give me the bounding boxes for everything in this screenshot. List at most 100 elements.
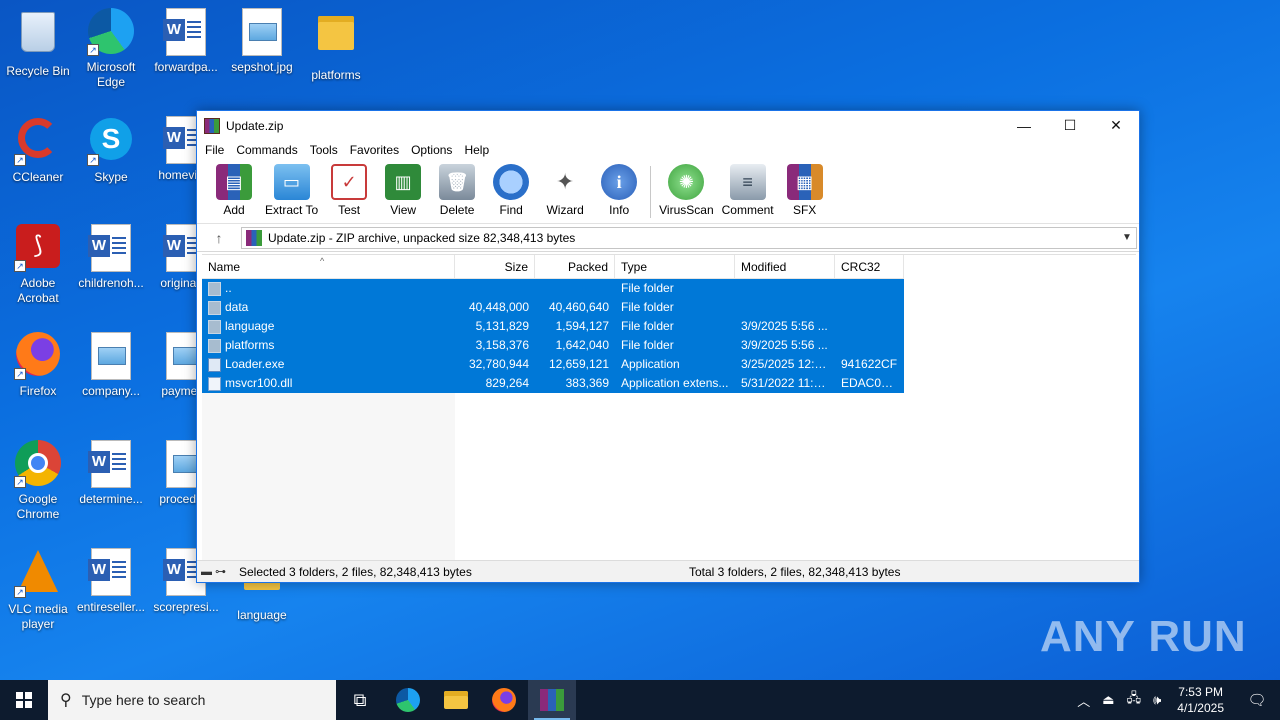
title-bar[interactable]: Update.zip — ☐ ✕ [197,111,1139,140]
desktop-icon-google-chrome[interactable]: ↗ Google Chrome [0,440,76,522]
column-header-modified[interactable]: Modified [735,255,835,278]
file-row-language[interactable]: language 5,131,829 1,594,127 File folder… [202,317,904,336]
task-view-button[interactable]: ⧉ [336,680,384,720]
desktop-icon-platforms-folder[interactable]: platforms [298,8,374,83]
minimize-button[interactable]: — [1001,111,1047,140]
file-crc32 [835,298,904,317]
file-row-data[interactable]: data 40,448,000 40,460,640 File folder [202,298,904,317]
desktop-icon-microsoft-edge[interactable]: ↗ Microsoft Edge [73,8,149,90]
usb-device-icon[interactable]: ⏏ [1096,692,1120,708]
menu-file[interactable]: File [199,143,230,157]
add-button[interactable]: ▤ Add [211,164,257,217]
clock[interactable]: 7:53 PM 4/1/2025 [1167,684,1234,716]
book-view-icon: ▥ [385,164,422,200]
info-button[interactable]: i Info [596,164,642,217]
up-arrow-icon[interactable]: ↑ [197,230,241,246]
chevron-down-icon[interactable]: ▼ [1118,232,1136,243]
file-explorer-icon [444,691,468,709]
file-list[interactable]: Name ^ Size Packed Type Modified CRC32 ..… [202,254,1136,560]
close-button[interactable]: ✕ [1093,111,1139,140]
folder-icon [208,300,221,315]
extract-to-button[interactable]: ▭ Extract To [265,164,318,217]
taskbar-winrar[interactable] [528,680,576,720]
drive-key-icon[interactable]: ▬ ⊶ [201,565,239,578]
toolbar: ▤ Add ▭ Extract To ✓ Test ▥ View 🗑 Delet… [197,160,1139,224]
clock-time: 7:53 PM [1178,685,1223,699]
shortcut-arrow-icon: ↗ [14,476,26,488]
menu-commands[interactable]: Commands [230,143,303,157]
file-packed: 12,659,121 [548,357,609,371]
start-button[interactable] [0,680,48,720]
column-header-crc32[interactable]: CRC32 [835,255,904,278]
vlc-cone-icon: ↗ [14,550,62,598]
desktop-icon-word-entireseller[interactable]: W entireseller... [73,548,149,615]
column-header-packed[interactable]: Packed [535,255,615,278]
test-button[interactable]: ✓ Test [326,164,372,217]
desktop-icon-adobe-acrobat[interactable]: ⟆ ↗ Adobe Acrobat [0,224,76,306]
menu-help[interactable]: Help [458,143,495,157]
ccleaner-icon: ↗ [14,118,62,166]
taskbar-edge[interactable] [384,680,432,720]
file-packed: 40,460,640 [548,300,609,314]
desktop-icon-word-forwardpa[interactable]: W forwardpa... [148,8,224,75]
view-button[interactable]: ▥ View [380,164,426,217]
notification-icon[interactable]: 🗨 [1234,691,1280,709]
desktop-icon-skype[interactable]: S ↗ Skype [73,116,149,185]
desktop-icon-ccleaner[interactable]: ↗ CCleaner [0,116,76,185]
firefox-icon: ↗ [14,332,62,380]
taskbar-firefox[interactable] [480,680,528,720]
file-name-cell: language [202,317,455,336]
column-header-size[interactable]: Size [455,255,535,278]
desktop-icon-recycle-bin[interactable]: Recycle Bin [0,8,76,79]
sort-ascending-icon: ^ [320,256,325,266]
menu-tools[interactable]: Tools [304,143,344,157]
wand-icon: ✦ [555,169,575,194]
file-row-msvcr100-dll[interactable]: msvcr100.dll 829,264 383,369 Application… [202,374,904,393]
desktop-icon-sepshot[interactable]: sepshot.jpg [224,8,300,75]
column-header-type[interactable]: Type [615,255,735,278]
comment-button[interactable]: ≡ Comment [722,164,774,217]
menu-favorites[interactable]: Favorites [344,143,405,157]
network-icon[interactable]: 🖧 [1121,689,1148,711]
desktop-icon-word-determine[interactable]: W determine... [73,440,149,507]
file-row-platforms[interactable]: platforms 3,158,376 1,642,040 File folde… [202,336,904,355]
virusscan-button[interactable]: ✺ VirusScan [659,164,714,217]
word-document-icon: W [87,440,135,488]
sfx-button[interactable]: ▦ SFX [782,164,828,217]
comment-label: Comment [721,203,774,217]
file-row-loader-exe[interactable]: Loader.exe 32,780,944 12,659,121 Applica… [202,355,904,374]
file-name: data [225,300,249,314]
desktop-icon-vlc[interactable]: ↗ VLC media player [0,548,76,632]
file-size: 32,780,944 [468,357,529,371]
info-label: Info [609,203,630,217]
file-row-parent[interactable]: .. File folder [202,279,904,298]
adobe-acrobat-icon: ⟆ ↗ [14,224,62,272]
desktop-icon-firefox[interactable]: ↗ Firefox [0,332,76,399]
taskbar-search-box[interactable]: ⚲ Type here to search [48,680,336,720]
delete-button[interactable]: 🗑 Delete [434,164,480,217]
file-modified: 5/31/2022 11:2... [741,376,831,390]
view-label: View [390,203,417,217]
desktop-icon-word-childrenoh[interactable]: W childrenoh... [73,224,149,291]
extract-folder-icon: ▭ [273,164,310,200]
file-modified: 3/9/2025 5:56 ... [741,338,828,352]
taskbar-file-explorer[interactable] [432,680,480,720]
file-modified: 3/25/2025 12:5... [741,357,832,371]
folder-icon [208,281,221,296]
file-crc32 [835,317,904,336]
volume-icon[interactable]: 🕪 [1147,692,1167,708]
word-document-icon: W [162,8,210,56]
desktop-icon-company[interactable]: company... [73,332,149,399]
maximize-button[interactable]: ☐ [1047,111,1093,140]
archive-path-dropdown[interactable]: Update.zip - ZIP archive, unpacked size … [241,226,1137,249]
find-button[interactable]: Find [488,164,534,217]
chevron-up-icon[interactable]: ︿ [1071,691,1096,710]
column-header-name[interactable]: Name ^ [202,255,455,278]
name-header-label: Name [208,260,241,274]
toolbar-separator [650,166,652,218]
file-type: File folder [621,338,674,352]
add-label: Add [223,203,245,217]
wizard-button[interactable]: ✦ Wizard [542,164,588,217]
menu-options[interactable]: Options [405,143,458,157]
test-checklist-icon: ✓ [331,164,368,200]
